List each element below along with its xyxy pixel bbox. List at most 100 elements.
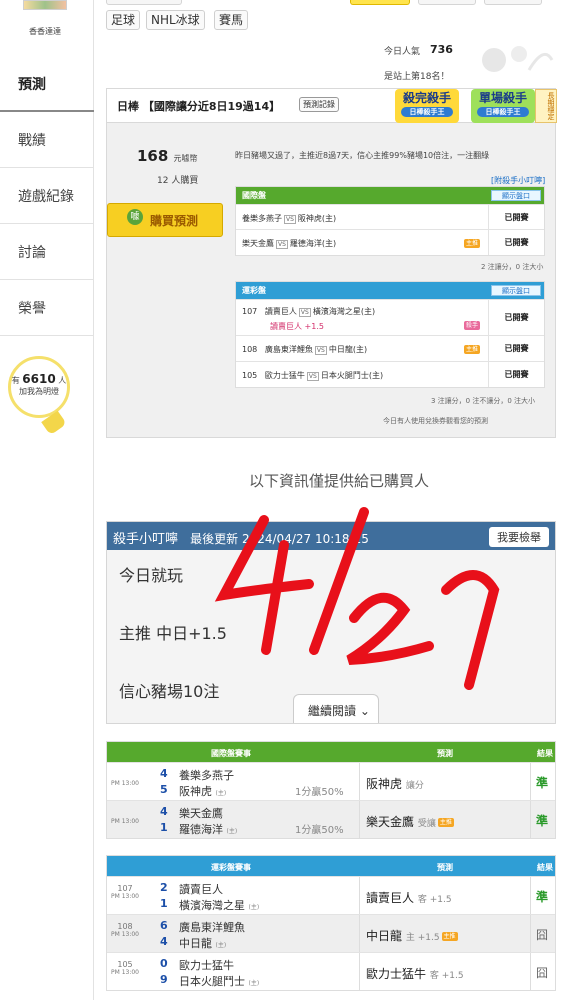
col-header: 國際盤賽事 xyxy=(211,749,251,758)
top-tab-edge[interactable] xyxy=(106,0,182,5)
main-pick-icon: 主推 xyxy=(437,818,454,827)
show-odds-button[interactable]: 顯示盤口 xyxy=(491,190,541,201)
show-odds-button[interactable]: 顯示盤口 xyxy=(491,285,541,296)
sidebar-item-record[interactable]: 戰績 xyxy=(0,112,94,168)
match-status: 已開賽 xyxy=(488,362,544,387)
sidebar-item-discussion[interactable]: 討論 xyxy=(0,224,94,280)
score: 4 xyxy=(160,767,168,780)
team: 養樂多燕子 xyxy=(179,769,234,782)
score: 9 xyxy=(160,973,168,986)
badge2-title: 單場殺手 xyxy=(478,91,527,105)
pick-text: 讀賣巨人 +1.5 xyxy=(270,322,324,331)
buy-prediction-button[interactable]: 購買預測 xyxy=(107,203,223,237)
tag-nhl[interactable]: NHL冰球 xyxy=(146,10,205,30)
col-header: 運彩盤賽事 xyxy=(211,863,251,872)
lottery-results-table: 運彩盤賽事 預測 結果 107 PM 13:00 2 讀賣巨人 1 橫濱海灣之星 … xyxy=(106,855,556,991)
matchup: 樂天金鷹 VS 羅德海洋(主) xyxy=(242,238,336,249)
popularity-label: 今日人氣 xyxy=(384,47,421,57)
game-time: PM 13:00 xyxy=(111,818,139,825)
result: 準 xyxy=(535,814,548,828)
pred-team: 中日龍 xyxy=(366,929,403,943)
prediction-panel: 日棒 【國際讓分近8日19過14】 預測記錄 殺完殺手 日棒殺手王 單場殺手 日… xyxy=(106,88,557,438)
game-time: 108 PM 13:00 xyxy=(110,922,140,938)
record-button[interactable]: 預測記錄 xyxy=(299,97,339,112)
sidebar-item-game-log[interactable]: 遊戲紀錄 xyxy=(0,168,94,224)
helper-line2: 加我為明燈 xyxy=(19,387,59,396)
table-row: 107 讀賣巨人 VS 橫濱海灣之星(主) 讀賣巨人 +1.5 殺手 已開賽 xyxy=(236,299,544,335)
win-percent: 1分贏50% xyxy=(295,825,344,836)
sidebar-item-honors[interactable]: 榮譽 xyxy=(0,280,94,336)
killer-pick-icon: 殺手 xyxy=(464,321,480,330)
vs-icon: VS xyxy=(314,346,327,355)
main-pick-icon: 主推 xyxy=(464,239,480,248)
handwritten-date xyxy=(214,507,500,690)
main-pick-icon: 主推 xyxy=(464,345,480,354)
price-unit: 元噱幣 xyxy=(173,154,198,163)
time-text: PM 13:00 xyxy=(111,931,139,938)
result: 囧 xyxy=(535,966,548,980)
vs-icon: VS xyxy=(284,215,296,224)
table-row: 107 PM 13:00 2 讀賣巨人 1 橫濱海灣之星 (主) 讀賣巨人 客 +… xyxy=(107,876,555,914)
continue-label[interactable]: 繼續閱讀 xyxy=(308,704,356,718)
score: 1 xyxy=(160,821,168,834)
team-name: 日本火腿鬥士 xyxy=(179,975,245,988)
host-mark: (主) xyxy=(226,828,238,835)
coin-icon: 噱 xyxy=(127,209,143,225)
result: 準 xyxy=(535,776,548,790)
team: 讀賣巨人 xyxy=(179,883,223,896)
away-team: 讀賣巨人 xyxy=(264,307,297,316)
top-tab-edge[interactable] xyxy=(418,0,476,5)
user-name[interactable]: 香香達達 xyxy=(15,26,75,37)
host-mark: (主) xyxy=(215,790,227,797)
panel-title: 日棒 【國際讓分近8日19過14】 xyxy=(117,100,281,113)
lottery-header: 運彩盤 顯示盤口 xyxy=(236,282,544,299)
prediction: 樂天金鷹 受讓 主推 xyxy=(359,801,531,838)
game-number: 108 xyxy=(117,922,133,931)
score: 4 xyxy=(160,805,168,818)
sidebar-item-predictions[interactable]: 預測 xyxy=(0,56,94,112)
badge1-title: 殺完殺手 xyxy=(402,91,451,105)
home-team: 羅德海洋(主) xyxy=(289,239,337,248)
pred-team: 歐力士猛牛 xyxy=(366,967,427,981)
team-name: 阪神虎 xyxy=(179,785,212,798)
prediction: 中日龍 主 +1.5 主推 xyxy=(359,915,531,952)
helper-suffix: 人 xyxy=(58,376,67,385)
price: 168 元噱幣 xyxy=(137,147,198,165)
vs-icon: VS xyxy=(276,240,288,249)
win-percent: 1分贏50% xyxy=(295,787,344,798)
article-line: 主推 中日+1.5 xyxy=(119,624,227,643)
user-profile[interactable]: 香香達達 xyxy=(15,0,75,38)
rank-text: 是站上第18名！ xyxy=(384,72,450,82)
killer-tips-link[interactable]: [附殺手小叮嚀] xyxy=(491,175,545,186)
article-title: 殺手小叮嚀 xyxy=(113,532,179,547)
lightbulb-helper: 有 6610 人 加我為明燈 xyxy=(8,356,70,418)
badge-single-killer: 單場殺手 日棒殺手王 xyxy=(471,89,535,123)
away-team: 樂天金鷹 xyxy=(242,239,274,248)
avatar[interactable] xyxy=(23,0,67,10)
table-row: 105 PM 13:00 0 歐力士猛牛 9 日本火腿鬥士 (主) 歐力士猛牛 客… xyxy=(107,952,555,990)
continue-reading-button[interactable]: 繼續閱讀 ⌄ xyxy=(293,694,379,723)
table-row: 養樂多燕子 VS 阪神虎(主) 已開賽 xyxy=(236,204,544,229)
col-header: 預測 xyxy=(437,863,453,872)
top-tab-active-edge[interactable] xyxy=(350,0,410,5)
team-name: 中日龍 xyxy=(179,937,212,950)
game-time: 107 PM 13:00 xyxy=(110,884,140,900)
table-row: 108 廣島東洋鯉魚 VS 中日龍(主) 主推 已開賽 xyxy=(236,335,544,361)
panel-header: 日棒 【國際讓分近8日19過14】 預測記錄 殺完殺手 日棒殺手王 單場殺手 日… xyxy=(107,89,557,123)
badge2-sub: 日棒殺手王 xyxy=(477,107,529,117)
team: 阪神虎 (主) xyxy=(179,783,226,799)
vs-icon: VS xyxy=(306,372,319,381)
result: 囧 xyxy=(535,928,548,942)
lottery-header-label: 運彩盤 xyxy=(242,286,266,295)
pred-team: 樂天金鷹 xyxy=(366,815,415,829)
tag-horse-racing[interactable]: 賽馬 xyxy=(214,10,249,30)
top-tab-edge[interactable] xyxy=(484,0,542,5)
matchup: 養樂多燕子 VS 阪神虎(主) xyxy=(242,213,336,224)
chevron-down-icon: ⌄ xyxy=(359,704,370,718)
vs-icon: VS xyxy=(298,308,311,317)
team: 歐力士猛牛 xyxy=(179,959,234,972)
host-mark: (主) xyxy=(215,942,227,949)
tag-football[interactable]: 足球 xyxy=(106,10,141,30)
team: 日本火腿鬥士 (主) xyxy=(179,973,259,989)
intl-header: 國際盤 顯示盤口 xyxy=(236,187,544,204)
